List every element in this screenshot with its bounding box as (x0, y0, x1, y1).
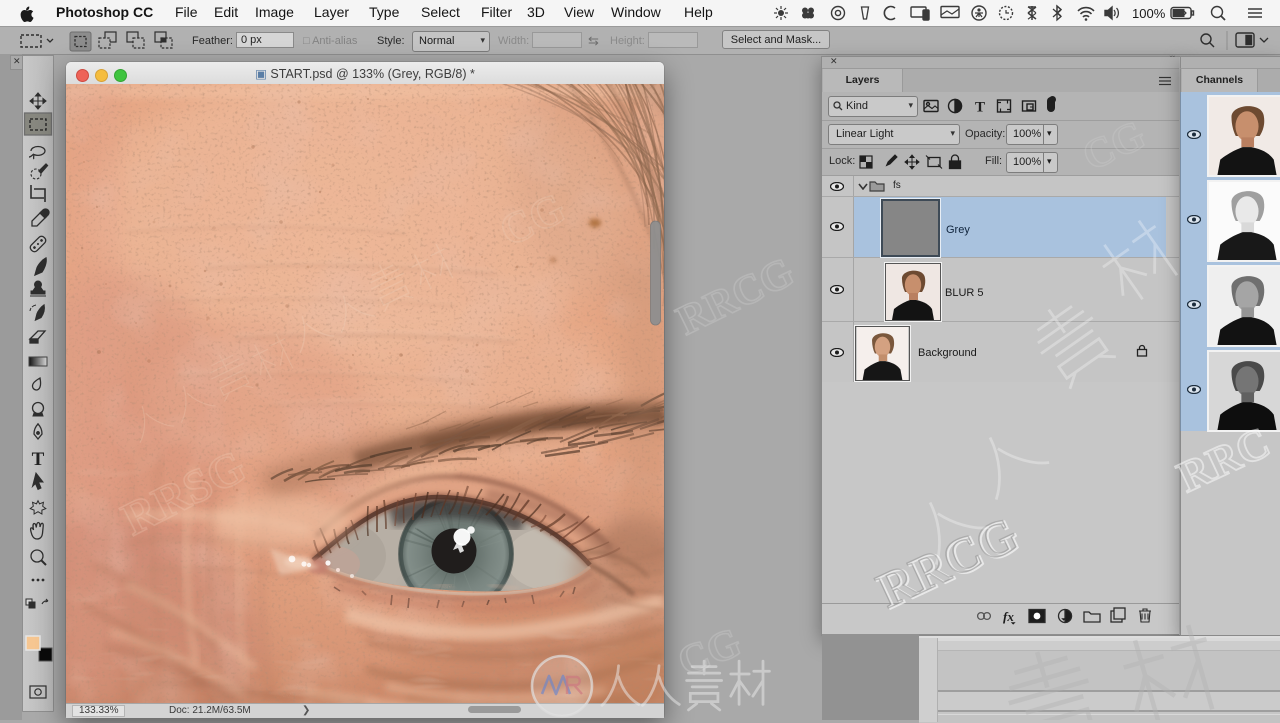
svg-text:T: T (975, 100, 985, 116)
svg-text:RRCG: RRCG (670, 249, 801, 345)
svg-text:fx: fx (1003, 609, 1014, 624)
svg-text:T: T (32, 449, 45, 470)
svg-text:100%: 100% (1132, 6, 1166, 21)
svg-text:CG: CG (672, 619, 748, 685)
